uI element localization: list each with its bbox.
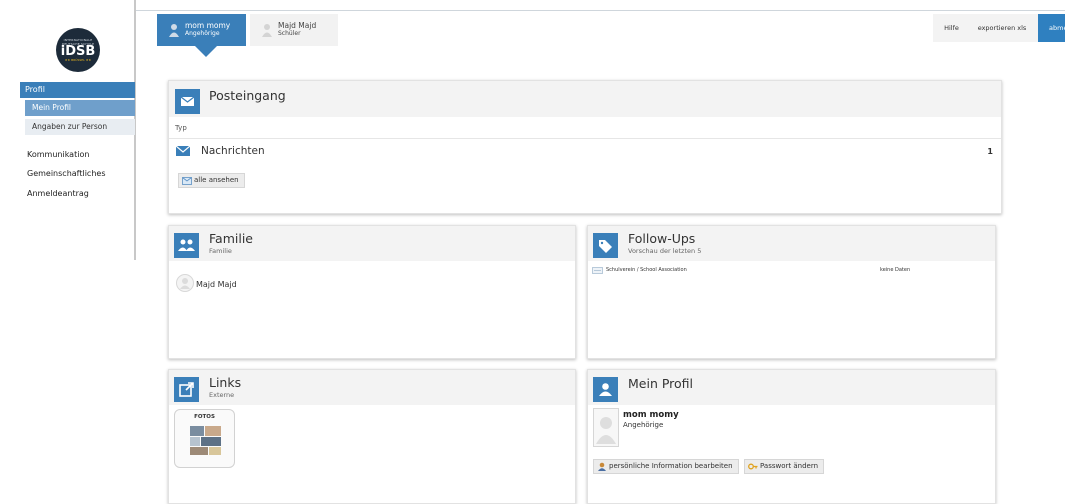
family-title: Familie	[209, 231, 253, 246]
help-button[interactable]: Hilfe	[933, 14, 970, 42]
followups-header: Follow-Ups Vorschau der letzten 5	[588, 226, 995, 261]
profile-header: Mein Profil	[588, 370, 995, 405]
followups-title: Follow-Ups	[628, 231, 696, 246]
top-divider	[0, 10, 1065, 11]
profile-panel: Mein Profil mom momy Angehörige persönli…	[587, 369, 996, 504]
family-member-name[interactable]: Majd Majd	[196, 280, 237, 289]
school-logo[interactable]: INTERNATIONALE DEUTSCHE SCHULE iDSB ★★ B…	[56, 28, 100, 72]
envelope-icon	[175, 89, 200, 114]
person-edit-icon	[597, 462, 607, 471]
profile-name: mom momy	[623, 410, 679, 420]
key-icon	[748, 462, 758, 471]
followup-row-status: keine Daten	[880, 267, 911, 273]
inbox-column-type: Typ	[175, 124, 187, 132]
sidebar-item-kommunikation[interactable]: Kommunikation	[27, 150, 89, 159]
family-panel: Familie Familie Majd Majd	[168, 225, 576, 359]
profile-title: Mein Profil	[628, 376, 694, 391]
logo-main: iDSB	[60, 44, 96, 59]
mailbox-icon	[182, 176, 192, 185]
change-password-label: Passwort ändern	[760, 462, 819, 470]
sidebar-item-gemeinschaftliches[interactable]: Gemeinschaftliches	[27, 169, 105, 178]
links-header: Links Externe	[169, 370, 575, 405]
sidebar-item-anmeldeantrag[interactable]: Anmeldeantrag	[27, 189, 89, 198]
photos-link-tile[interactable]: FOTOS	[174, 409, 235, 468]
view-all-label: alle ansehen	[194, 176, 239, 184]
user-tab-name: mom momy	[185, 21, 231, 30]
change-password-button[interactable]: Passwort ändern	[744, 459, 825, 474]
edit-personal-info-label: persönliche Information bearbeiten	[609, 462, 733, 470]
active-tab-pointer	[195, 46, 217, 57]
links-panel: Links Externe FOTOS	[168, 369, 576, 504]
user-tab-mom[interactable]: mom momy Angehörige	[157, 14, 246, 46]
family-subtitle: Familie	[209, 247, 232, 255]
tags-icon	[593, 233, 618, 258]
sidebar-item-profil[interactable]: Profil	[20, 82, 135, 98]
inbox-divider	[169, 138, 1001, 139]
sidebar-item-mein-profil[interactable]: Mein Profil	[25, 100, 135, 116]
view-all-button[interactable]: alle ansehen	[178, 173, 245, 188]
messages-label[interactable]: Nachrichten	[201, 145, 265, 157]
messages-count: 1	[987, 147, 993, 156]
user-avatar-icon	[169, 24, 179, 37]
export-xls-button[interactable]: exportieren xls	[966, 14, 1038, 42]
photos-tile-label: FOTOS	[194, 414, 215, 420]
message-icon	[176, 146, 190, 156]
family-icon	[174, 233, 199, 258]
user-tab-role: Angehörige	[185, 30, 220, 37]
sidebar-item-angaben[interactable]: Angaben zur Person	[25, 119, 135, 135]
user-tab-majd[interactable]: Majd Majd Schüler	[250, 14, 338, 46]
followups-panel: Follow-Ups Vorschau der letzten 5 Schulv…	[587, 225, 996, 359]
user-icon	[593, 377, 618, 402]
logout-button[interactable]: abmelden	[1038, 14, 1065, 42]
family-header: Familie Familie	[169, 226, 575, 261]
inbox-header: Posteingang	[169, 81, 1001, 117]
user-avatar-icon	[262, 24, 272, 37]
profile-role: Angehörige	[623, 421, 664, 429]
inbox-panel: Posteingang Typ Nachrichten 1 alle anseh…	[168, 80, 1002, 214]
followups-subtitle: Vorschau der letzten 5	[628, 247, 702, 255]
photos-thumbnail-icon	[190, 426, 221, 455]
user-tab-role: Schüler	[278, 30, 301, 37]
user-tab-name: Majd Majd	[278, 21, 317, 30]
inbox-title: Posteingang	[209, 88, 286, 103]
sidebar: INTERNATIONALE DEUTSCHE SCHULE iDSB ★★ B…	[0, 0, 136, 260]
edit-personal-info-button[interactable]: persönliche Information bearbeiten	[593, 459, 739, 474]
followup-row-name[interactable]: Schulverein / School Association	[606, 267, 687, 273]
links-subtitle: Externe	[209, 391, 235, 399]
member-avatar-icon	[176, 274, 194, 292]
external-link-icon	[174, 377, 199, 402]
links-title: Links	[209, 375, 242, 390]
list-icon	[592, 267, 603, 274]
profile-photo-placeholder-icon	[593, 408, 619, 447]
